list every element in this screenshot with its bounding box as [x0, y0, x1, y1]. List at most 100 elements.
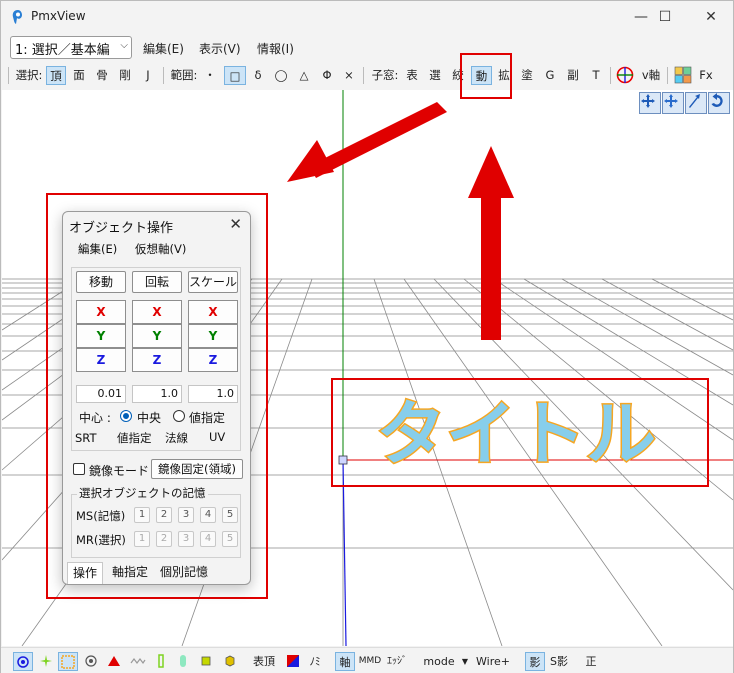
mr-slot-1-button[interactable]: 1	[134, 531, 150, 547]
move-mode-button[interactable]: 移動	[76, 271, 126, 293]
child-window-label: 子窓:	[371, 68, 399, 82]
grid-display-icon[interactable]	[58, 652, 78, 671]
mode-dropdown[interactable]: mode	[421, 652, 457, 671]
range-circle-button[interactable]: ◯	[271, 66, 291, 85]
mr-slot-3-button[interactable]: 3	[178, 531, 194, 547]
rotate-step-input[interactable]: 1.0	[132, 385, 182, 403]
move-y-button[interactable]: Y	[76, 324, 126, 348]
child-sub-button[interactable]: 副	[564, 66, 582, 85]
rotate-view-icon[interactable]	[708, 92, 730, 114]
menu-edit[interactable]: 編集(E)	[143, 40, 184, 57]
dialog-title: オブジェクト操作	[69, 221, 174, 236]
mode-dropdown-arrow-icon[interactable]: ▼	[459, 652, 471, 671]
rotate-mode-button[interactable]: 回転	[132, 271, 182, 293]
menu-info[interactable]: 情報(I)	[257, 40, 294, 57]
sparkle-display-icon[interactable]	[36, 652, 56, 671]
scale-z-button[interactable]: Z	[188, 348, 238, 372]
center-label: 中心 :	[79, 411, 111, 425]
joint-display-icon[interactable]	[196, 652, 216, 671]
tab-value-spec[interactable]: 値指定	[117, 430, 152, 446]
select-face-button[interactable]: 面	[69, 66, 89, 85]
dialog-menu-edit[interactable]: 編集(E)	[78, 241, 117, 257]
vertex-face-toggle[interactable]: 表頂	[250, 652, 278, 671]
center-value-radio[interactable]	[173, 410, 185, 422]
range-rect-button[interactable]: □	[224, 66, 246, 85]
edge-toggle[interactable]: ｴｯｼﾞ	[383, 652, 411, 671]
cube-display-icon[interactable]	[220, 652, 240, 671]
vertex-display-icon[interactable]	[13, 652, 33, 671]
range-delta-button[interactable]: δ	[248, 66, 268, 85]
panel-grid-icon[interactable]	[674, 66, 692, 84]
tab-operation[interactable]: 操作	[67, 562, 104, 584]
triangle-display-icon[interactable]	[104, 652, 124, 671]
axis-toggle[interactable]: 軸	[335, 652, 355, 671]
scale-y-button[interactable]: Y	[188, 324, 238, 348]
child-group-button[interactable]: G	[541, 66, 559, 85]
tab-srt[interactable]: SRT	[75, 431, 96, 445]
mode-select-value: 1: 選択／基本編	[15, 43, 110, 58]
move-view-icon[interactable]	[662, 92, 684, 114]
ms-slot-3-button[interactable]: 3	[178, 507, 194, 523]
ms-slot-1-button[interactable]: 1	[134, 507, 150, 523]
select-rigid-button[interactable]: 剛	[115, 66, 135, 85]
mirror-fixed-button[interactable]: 鏡像固定(領域)	[151, 459, 243, 479]
fx-button[interactable]: Fx	[697, 66, 715, 85]
ms-slot-5-button[interactable]: 5	[222, 507, 238, 523]
target-display-icon[interactable]	[81, 652, 101, 671]
tab-individual-memory[interactable]: 個別記憶	[155, 562, 213, 584]
wave-display-icon[interactable]	[127, 652, 149, 671]
move-z-button[interactable]: Z	[76, 348, 126, 372]
move-x-button[interactable]: X	[76, 300, 126, 324]
mr-slot-5-button[interactable]: 5	[222, 531, 238, 547]
mr-slot-2-button[interactable]: 2	[156, 531, 172, 547]
ms-slot-2-button[interactable]: 2	[156, 507, 172, 523]
select-joint-button[interactable]: J	[138, 66, 158, 85]
range-phi-button[interactable]: Φ	[317, 66, 337, 85]
select-vertex-button[interactable]: 頂	[46, 66, 66, 85]
ms-slot-4-button[interactable]: 4	[200, 507, 216, 523]
tab-axis-spec[interactable]: 軸指定	[107, 562, 153, 584]
mmd-toggle[interactable]: MMD	[358, 652, 382, 671]
self-shadow-toggle[interactable]: S影	[547, 652, 571, 671]
move-step-input[interactable]: 0.01	[76, 385, 126, 403]
child-paint-button[interactable]: 塗	[518, 66, 536, 85]
rotate-z-button[interactable]: Z	[132, 348, 182, 372]
dialog-menu-virtual-axis[interactable]: 仮想軸(V)	[135, 241, 186, 257]
rotate-x-button[interactable]: X	[132, 300, 182, 324]
arrow-up-head	[468, 146, 514, 198]
close-button[interactable]: ✕	[688, 1, 734, 33]
center-middle-radio[interactable]	[120, 410, 132, 422]
mode-select[interactable]: 1: 選択／基本編 ⌵	[10, 36, 132, 59]
v-axis-button[interactable]: v軸	[638, 66, 664, 85]
child-table-button[interactable]: 表	[403, 66, 421, 85]
maximize-button[interactable]: ☐	[642, 1, 688, 33]
ms-label: MS(記憶)	[76, 509, 126, 523]
child-select-button[interactable]: 選	[425, 66, 445, 85]
child-t-button[interactable]: T	[587, 66, 605, 85]
mi-toggle[interactable]: ﾉﾐ	[305, 652, 325, 671]
pan-view-icon[interactable]	[639, 92, 661, 114]
status-bar: 表頂 ﾉﾐ 軸 MMD ｴｯｼﾞ mode ▼ Wire+ 影 S影 正	[1, 647, 733, 673]
range-point-button[interactable]: ・	[201, 66, 219, 85]
scale-mode-button[interactable]: スケール	[188, 271, 238, 293]
rigid-display-icon[interactable]	[173, 652, 193, 671]
axis-globe-icon[interactable]	[616, 66, 634, 84]
shadow-toggle[interactable]: 影	[525, 652, 545, 671]
mr-slot-4-button[interactable]: 4	[200, 531, 216, 547]
bone-display-icon[interactable]	[151, 652, 171, 671]
dialog-close-button[interactable]: ✕	[229, 215, 242, 233]
tab-normal[interactable]: 法線	[165, 430, 188, 446]
rotate-y-button[interactable]: Y	[132, 324, 182, 348]
zoom-view-icon[interactable]	[685, 92, 707, 114]
tab-uv[interactable]: UV	[209, 430, 225, 444]
scale-x-button[interactable]: X	[188, 300, 238, 324]
select-bone-button[interactable]: 骨	[92, 66, 112, 85]
orthographic-toggle[interactable]: 正	[581, 652, 601, 671]
menu-view[interactable]: 表示(V)	[199, 40, 241, 57]
color-swatch-icon[interactable]	[283, 652, 303, 671]
mirror-mode-checkbox[interactable]	[73, 463, 85, 475]
scale-step-input[interactable]: 1.0	[188, 385, 238, 403]
range-triangle-button[interactable]: △	[294, 66, 314, 85]
range-clear-button[interactable]: ×	[340, 66, 358, 85]
wire-toggle[interactable]: Wire+	[475, 652, 511, 671]
